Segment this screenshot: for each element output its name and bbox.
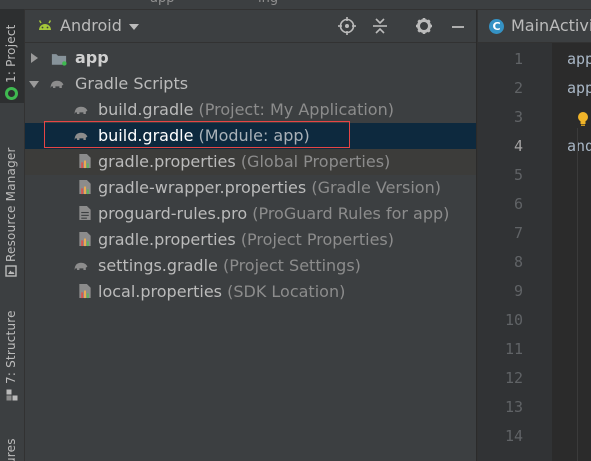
file-name: proguard-rules.pro xyxy=(98,204,248,223)
file-name: gradle.properties xyxy=(98,230,236,249)
line-number: 11 xyxy=(504,340,523,358)
tool-tab-favorites[interactable]: ures xyxy=(0,432,24,461)
tree-file-row[interactable]: local.properties (SDK Location) xyxy=(25,279,476,305)
tool-tab-resource-manager[interactable]: Resource Manager xyxy=(0,140,24,277)
line-number-current: 4 xyxy=(513,137,523,155)
line-number: 8 xyxy=(513,253,523,271)
file-hint: (SDK Location) xyxy=(227,282,346,301)
line-number: 3 xyxy=(513,108,523,126)
android-icon xyxy=(38,20,52,30)
tree-file-row[interactable]: build.gradle (Project: My Application) xyxy=(25,97,476,123)
tree-node-label: app xyxy=(75,48,109,67)
tree-file-row[interactable]: gradle.properties (Global Properties) xyxy=(25,149,476,175)
file-hint: (Project Properties) xyxy=(240,230,394,249)
line-number: 6 xyxy=(513,195,523,213)
tool-tab-structure-label: 7: Structure xyxy=(4,310,18,384)
tree-file-label: build.gradle (Project: My Application) xyxy=(98,100,394,119)
tree-file-label: gradle.properties (Global Properties) xyxy=(98,152,390,171)
tree-file-row[interactable]: gradle-wrapper.properties (Gradle Versio… xyxy=(25,175,476,201)
tool-tab-structure[interactable]: 7: Structure xyxy=(0,306,24,406)
properties-file-icon xyxy=(79,283,91,299)
editor-gutter: 1 2 3 4 5 6 7 8 9 10 11 12 13 14 xyxy=(477,43,562,461)
chevron-right-icon[interactable] xyxy=(31,53,38,63)
chevron-down-icon[interactable] xyxy=(29,81,39,88)
editor-tab-bar: C MainActivi xyxy=(477,10,591,43)
line-number: 5 xyxy=(513,166,523,184)
file-name: build.gradle xyxy=(98,100,194,119)
structure-icon xyxy=(6,389,18,401)
line-number: 9 xyxy=(513,282,523,300)
gradle-elephant-icon xyxy=(74,262,88,270)
indent-guide xyxy=(577,128,578,461)
android-project-icon xyxy=(5,87,18,100)
tree-node-gradle-scripts[interactable]: Gradle Scripts xyxy=(25,71,476,97)
title-fragment: ing xyxy=(258,0,278,6)
project-view-selector[interactable]: Android xyxy=(60,16,122,35)
file-hint: (Project Settings) xyxy=(222,256,361,275)
tool-tab-project[interactable]: 1: Project xyxy=(0,9,24,103)
file-name: settings.gradle xyxy=(98,256,218,275)
line-number: 7 xyxy=(513,224,523,242)
tree-file-row[interactable]: gradle.properties (Project Properties) xyxy=(25,227,476,253)
resource-manager-icon xyxy=(5,265,17,277)
tool-tab-resource-label: Resource Manager xyxy=(4,147,18,262)
editor-tab-mainactivity[interactable]: MainActivi xyxy=(511,16,591,35)
tree-node-label: Gradle Scripts xyxy=(75,74,189,93)
text-file-icon xyxy=(79,205,91,221)
chevron-down-icon[interactable] xyxy=(129,24,139,30)
line-number: 12 xyxy=(504,369,523,387)
annotation-highlight-box xyxy=(44,121,350,148)
file-hint: (Global Properties) xyxy=(240,152,391,171)
tree-file-label: proguard-rules.pro (ProGuard Rules for a… xyxy=(98,204,449,223)
locate-icon[interactable] xyxy=(337,16,357,36)
title-bar: app ing xyxy=(0,0,591,10)
minimize-icon[interactable] xyxy=(448,16,468,36)
tree-file-label: gradle.properties (Project Properties) xyxy=(98,230,394,249)
project-panel-header: Android xyxy=(25,10,476,43)
file-name: local.properties xyxy=(98,282,223,301)
title-fragment: app xyxy=(150,0,174,6)
file-name: gradle.properties xyxy=(98,152,236,171)
tree-node-app[interactable]: app xyxy=(25,45,476,71)
gradle-elephant-icon xyxy=(50,80,64,88)
file-hint: (ProGuard Rules for app) xyxy=(252,204,450,223)
code-line: app xyxy=(567,79,591,97)
collapse-all-icon[interactable] xyxy=(370,16,390,36)
line-number: 13 xyxy=(504,398,523,416)
code-line: and xyxy=(567,137,591,155)
editor-code-area[interactable]: app app and xyxy=(552,43,591,461)
tree-file-row[interactable]: settings.gradle (Project Settings) xyxy=(25,253,476,279)
properties-file-icon xyxy=(79,231,91,247)
line-number: 2 xyxy=(513,79,523,97)
tool-tab-favorites-label: ures xyxy=(4,438,18,461)
line-number: 14 xyxy=(504,427,523,445)
line-number: 1 xyxy=(513,50,523,68)
gradle-elephant-icon xyxy=(74,106,88,114)
properties-file-icon xyxy=(79,153,91,169)
tree-file-label: gradle-wrapper.properties (Gradle Versio… xyxy=(98,178,441,197)
line-number: 10 xyxy=(504,311,523,329)
file-hint: (Project: My Application) xyxy=(198,100,394,119)
tree-file-label: local.properties (SDK Location) xyxy=(98,282,345,301)
tree-file-row[interactable]: proguard-rules.pro (ProGuard Rules for a… xyxy=(25,201,476,227)
file-name: gradle-wrapper.properties xyxy=(98,178,307,197)
java-class-icon: C xyxy=(489,19,504,34)
gear-icon[interactable] xyxy=(414,16,434,36)
code-line: app xyxy=(567,50,591,68)
properties-file-icon xyxy=(79,179,91,195)
file-hint: (Gradle Version) xyxy=(311,178,441,197)
tree-file-label: settings.gradle (Project Settings) xyxy=(98,256,361,275)
project-tree: app Gradle Scripts build.gradle (Project… xyxy=(25,43,476,461)
module-folder-icon xyxy=(51,54,67,66)
tool-tab-project-label: 1: Project xyxy=(4,24,18,83)
lightbulb-icon[interactable] xyxy=(576,111,590,127)
